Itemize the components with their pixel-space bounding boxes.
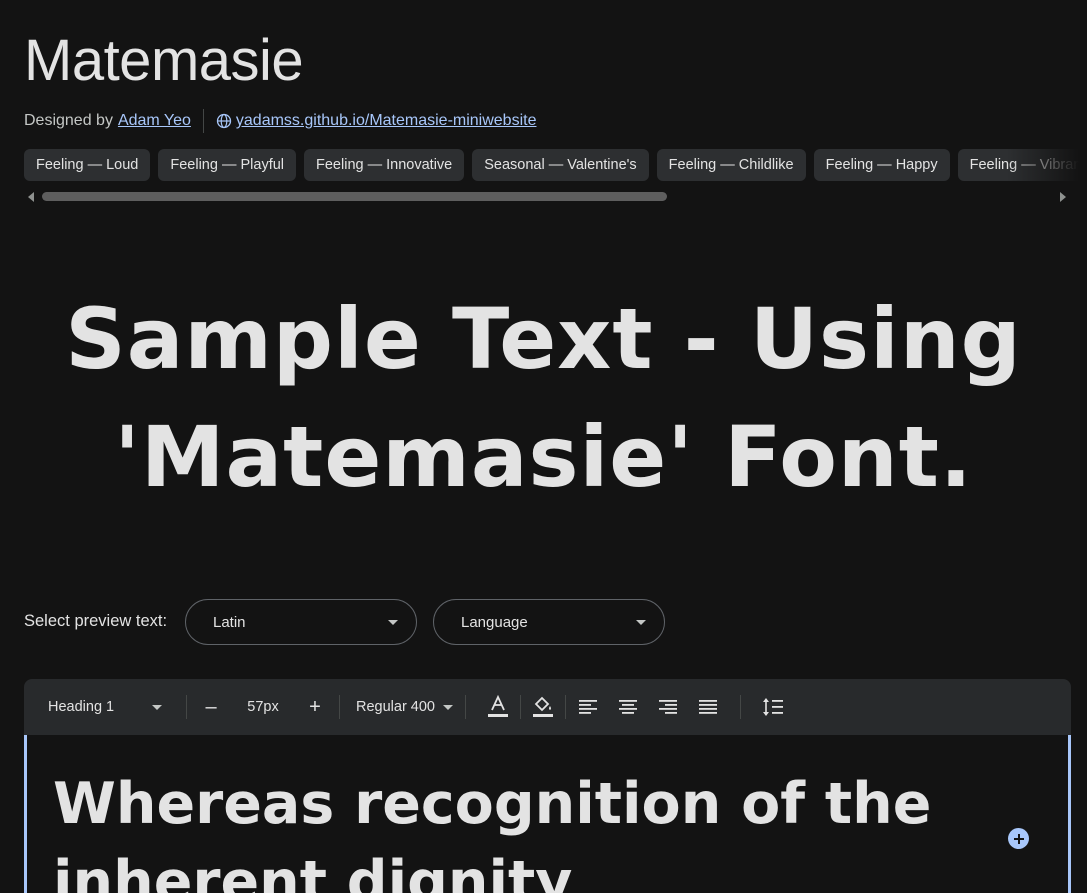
align-justify-icon[interactable] <box>692 691 724 723</box>
website-link[interactable]: yadamss.github.io/Matemasie-miniwebsite <box>236 112 537 130</box>
tag-chip[interactable]: Feeling — Childlike <box>656 149 806 181</box>
tag-chip[interactable]: Feeling — Playful <box>158 149 297 181</box>
align-center-icon[interactable] <box>612 691 644 723</box>
tag-chip[interactable]: Seasonal — Valentine's <box>472 149 649 181</box>
tag-chip[interactable]: Feeling — Loud <box>24 149 151 181</box>
align-left-icon[interactable] <box>572 691 604 723</box>
decrease-size-button[interactable]: – <box>199 695 223 719</box>
tags-fade <box>1007 149 1087 181</box>
toolbar-divider <box>465 695 466 719</box>
byline-divider <box>202 109 204 133</box>
preview-text-label: Select preview text: <box>24 612 168 630</box>
toolbar-divider <box>740 695 741 719</box>
toolbar-divider <box>339 695 340 719</box>
add-icon[interactable] <box>1008 828 1029 849</box>
designed-by-label: Designed by <box>24 112 113 129</box>
tag-chip[interactable]: Feeling — Happy <box>813 149 950 181</box>
editor-toolbar: Heading 1 – 57px + Regular 400 <box>24 679 1071 735</box>
language-select[interactable]: Language <box>433 599 665 645</box>
chevron-down-icon <box>388 619 398 625</box>
preview-editor[interactable]: Whereas recognition of the inherent dign… <box>24 735 1071 893</box>
chevron-down-icon <box>636 619 646 625</box>
scroll-right-arrow[interactable] <box>1060 192 1066 202</box>
family-title: Matemasie <box>24 28 304 93</box>
increase-size-button[interactable]: + <box>303 695 327 719</box>
byline: Designed by Adam Yeo yadamss.github.io/M… <box>24 108 536 134</box>
scroll-left-arrow[interactable] <box>28 192 34 202</box>
fill-color-icon[interactable] <box>527 691 559 723</box>
globe-icon <box>216 113 232 129</box>
designer-link[interactable]: Adam Yeo <box>118 112 191 130</box>
toolbar-divider <box>186 695 187 719</box>
sample-text-preview: Sample Text - Using 'Matemasie' Font. <box>65 290 1022 506</box>
tag-chip-row: Feeling — Loud Feeling — Playful Feeling… <box>24 149 1087 181</box>
tag-chip[interactable]: Feeling — Innovative <box>304 149 465 181</box>
font-weight-select[interactable]: Regular 400 <box>356 699 453 715</box>
chevron-down-icon <box>443 704 453 710</box>
text-style-select[interactable]: Heading 1 <box>48 699 162 715</box>
toolbar-divider <box>520 695 521 719</box>
font-size-value[interactable]: 57px <box>223 699 303 715</box>
script-select[interactable]: Latin <box>185 599 417 645</box>
chevron-down-icon <box>152 704 162 710</box>
line-height-icon[interactable] <box>757 691 789 723</box>
align-right-icon[interactable] <box>652 691 684 723</box>
text-style-value: Heading 1 <box>48 699 115 715</box>
horizontal-scrollbar-thumb[interactable] <box>42 192 667 201</box>
language-select-value: Language <box>461 613 528 631</box>
font-weight-value: Regular 400 <box>356 699 435 715</box>
editor-text[interactable]: Whereas recognition of the inherent dign… <box>53 765 953 893</box>
script-select-value: Latin <box>213 613 246 631</box>
toolbar-divider <box>565 695 566 719</box>
text-color-icon[interactable] <box>482 691 514 723</box>
